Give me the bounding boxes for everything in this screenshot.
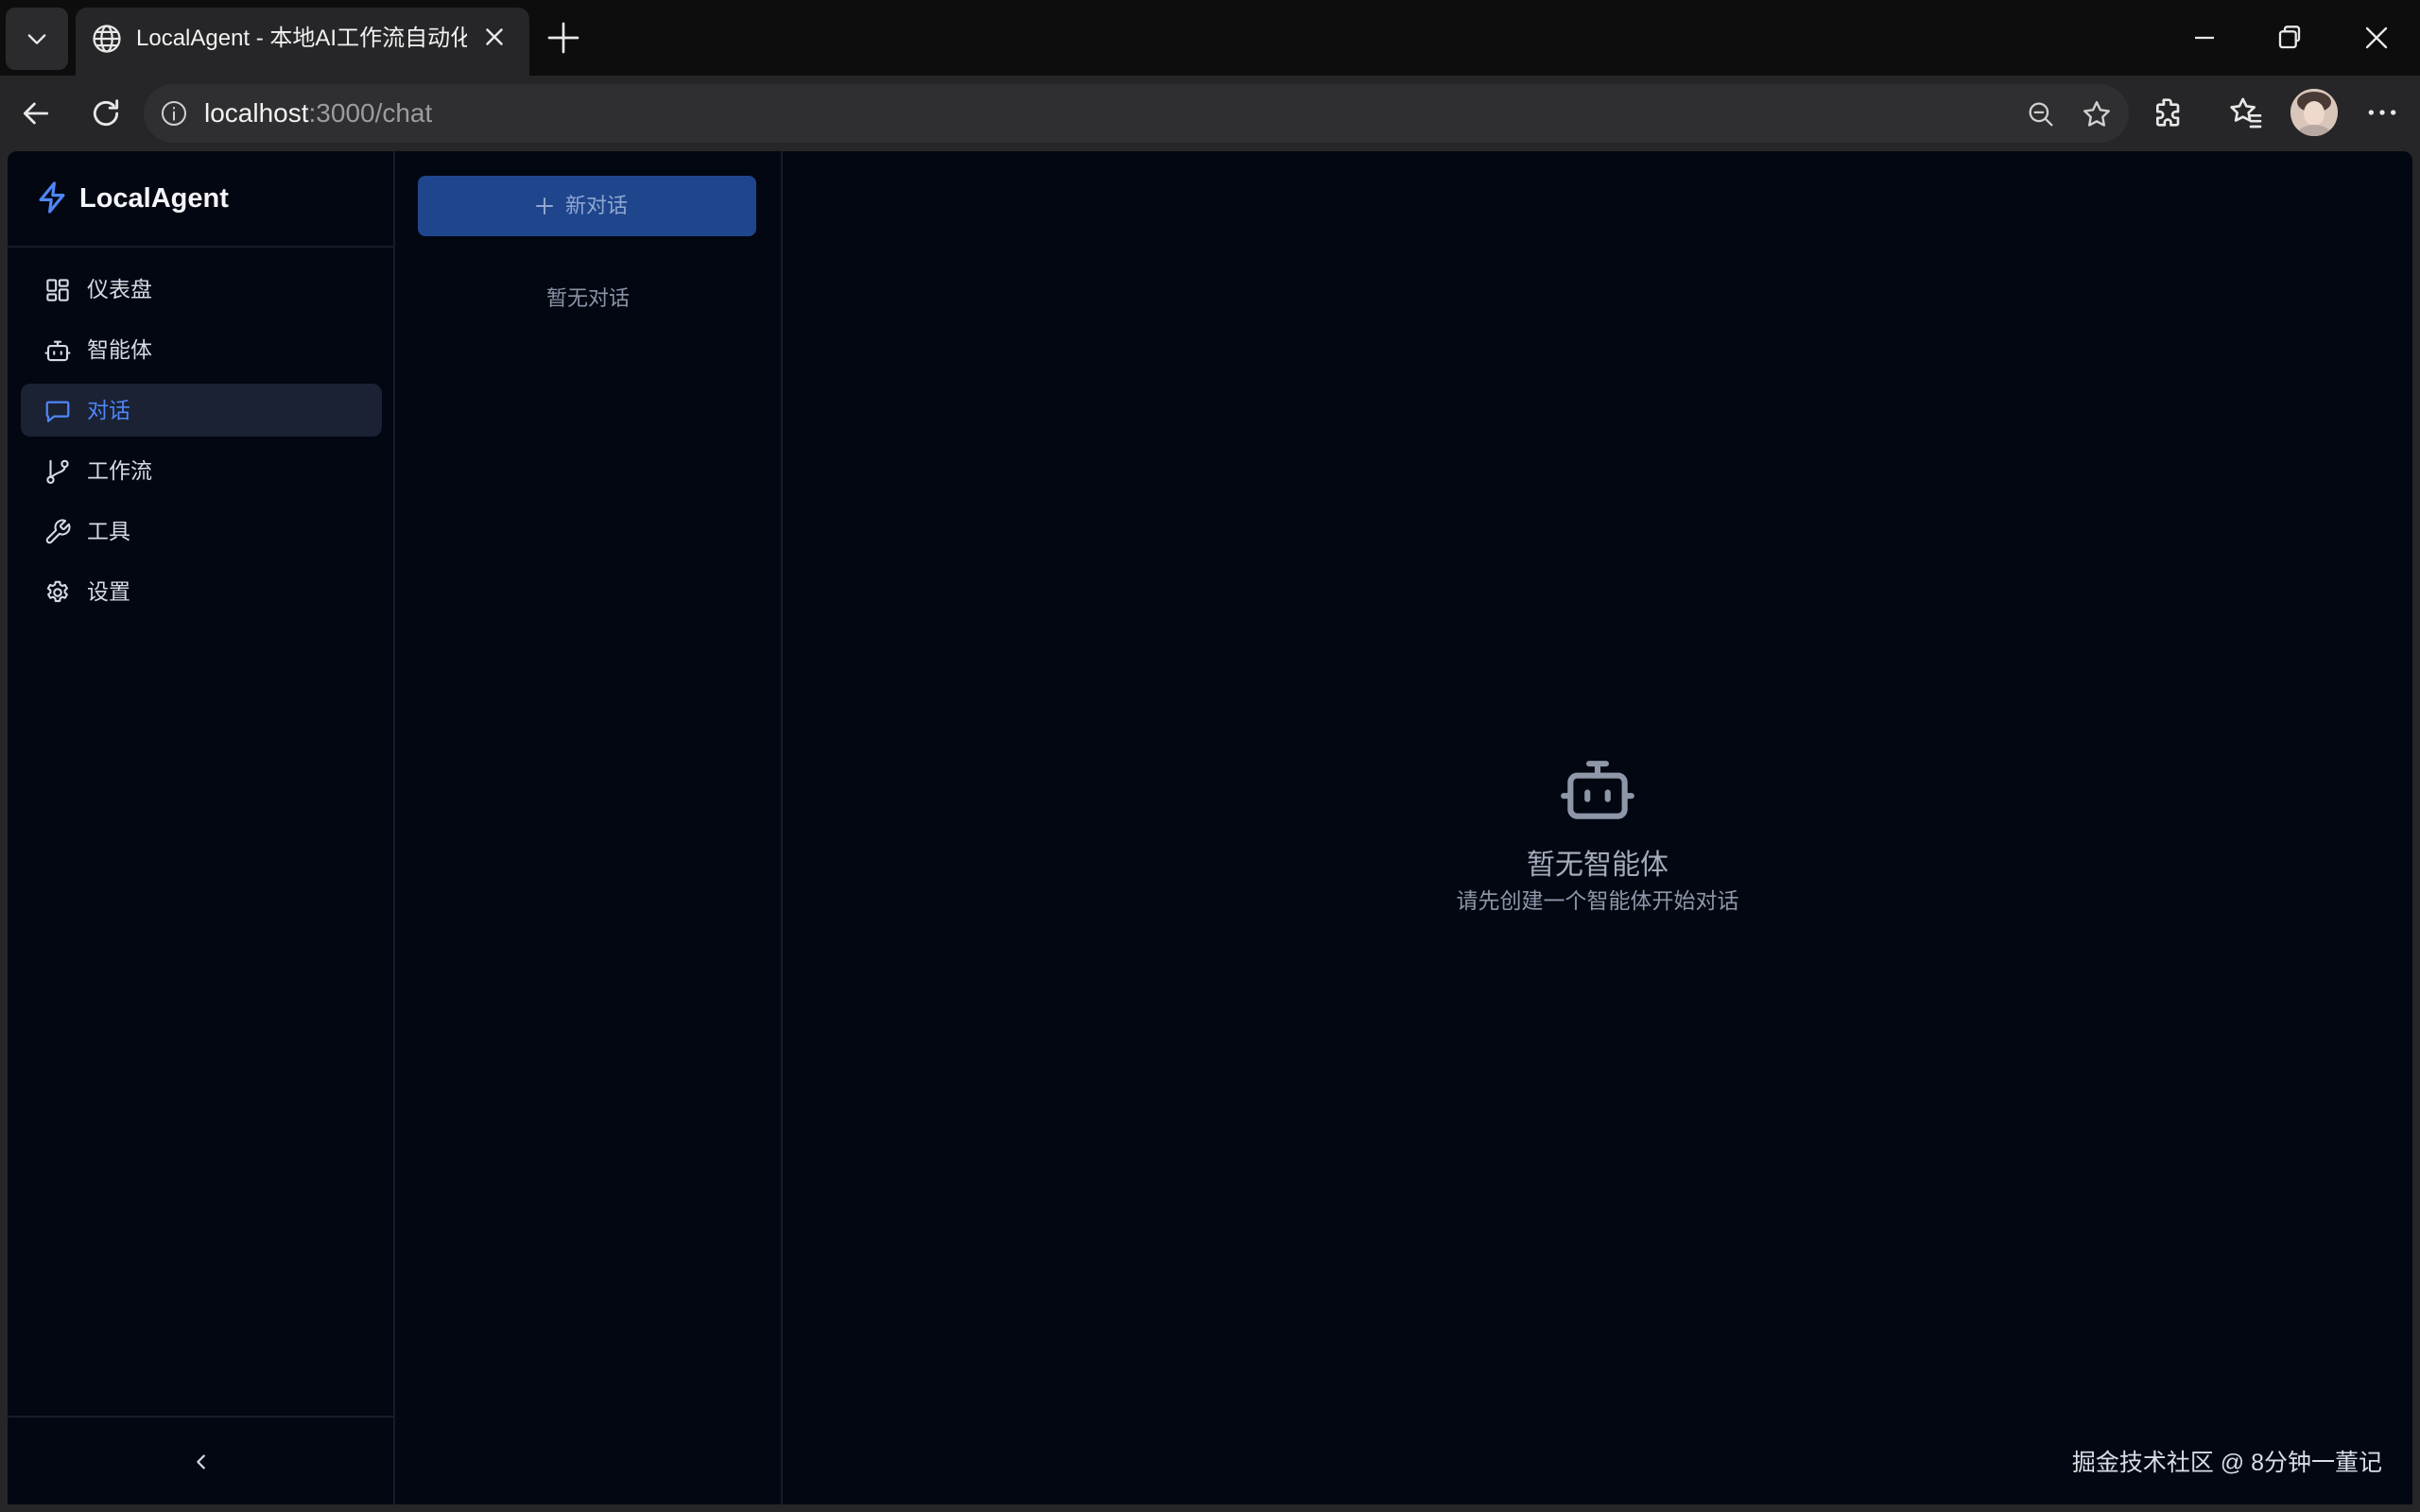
close-tab-icon[interactable] <box>480 23 509 51</box>
address-bar[interactable]: localhost:3000/chat <box>144 84 2129 143</box>
empty-agent-subtitle: 请先创建一个智能体开始对话 <box>1456 888 1739 913</box>
brand-header: LocalAgent <box>8 151 393 248</box>
conversation-list-panel: 新对话 暂无对话 <box>395 151 783 1504</box>
more-icon[interactable] <box>2363 94 2401 131</box>
chat-main-area: 暂无智能体 请先创建一个智能体开始对话 <box>783 151 2412 1504</box>
sidebar-collapse-button[interactable] <box>8 1416 393 1504</box>
browser-tab[interactable]: LocalAgent - 本地AI工作流自动化平台 <box>76 8 529 76</box>
sidebar-item-label: 工作流 <box>87 458 152 483</box>
browser-tab-bar: LocalAgent - 本地AI工作流自动化平台 <box>0 0 2420 76</box>
new-chat-button[interactable]: 新对话 <box>418 176 756 236</box>
favorites-icon[interactable] <box>2227 94 2265 131</box>
info-icon[interactable] <box>159 98 189 129</box>
gear-icon <box>46 580 68 603</box>
sidebar: LocalAgent 仪表盘 智能体 对话 工作流 工具 设置 <box>8 151 395 1504</box>
sidebar-item-label: 工具 <box>87 519 130 543</box>
new-tab-icon[interactable] <box>544 19 582 57</box>
extensions-icon[interactable] <box>2150 94 2187 131</box>
minimize-icon[interactable] <box>2186 19 2223 57</box>
sidebar-item-dashboard[interactable]: 仪表盘 <box>21 263 382 316</box>
url-path: :3000/chat <box>308 98 433 128</box>
url-host: localhost <box>204 98 309 128</box>
sidebar-item-settings[interactable]: 设置 <box>21 565 382 618</box>
app-root: LocalAgent 仪表盘 智能体 对话 工作流 工具 设置 新对话 暂无对话… <box>8 151 2412 1504</box>
profile-avatar[interactable] <box>2290 89 2338 136</box>
sidebar-item-chat[interactable]: 对话 <box>21 384 382 437</box>
sidebar-item-label: 智能体 <box>87 337 152 362</box>
empty-conversations-text: 暂无对话 <box>545 286 630 310</box>
workflow-icon <box>46 459 69 484</box>
new-chat-label: 新对话 <box>565 194 629 217</box>
empty-agent-title: 暂无智能体 <box>1527 850 1668 881</box>
url-text: localhost:3000/chat <box>204 84 432 143</box>
restore-icon[interactable] <box>2271 19 2308 57</box>
sidebar-item-workflow[interactable]: 工作流 <box>21 444 382 497</box>
globe-icon <box>93 25 121 53</box>
dashboard-icon <box>46 279 69 301</box>
back-icon[interactable] <box>17 94 55 132</box>
wrench-icon <box>45 519 71 544</box>
sidebar-item-agents[interactable]: 智能体 <box>21 323 382 376</box>
tab-list-button[interactable] <box>6 8 68 70</box>
reload-icon[interactable] <box>87 94 125 132</box>
favorite-star-icon[interactable] <box>2080 97 2114 131</box>
close-window-icon[interactable] <box>2358 19 2395 57</box>
bot-icon <box>1561 761 1634 819</box>
zoom-out-icon[interactable] <box>2025 98 2057 130</box>
sidebar-item-tools[interactable]: 工具 <box>21 505 382 558</box>
sidebar-item-label: 对话 <box>87 398 130 422</box>
sidebar-item-label: 仪表盘 <box>87 277 152 301</box>
brand-name: LocalAgent <box>79 183 229 214</box>
plus-icon <box>536 198 553 215</box>
tab-title: LocalAgent - 本地AI工作流自动化平台 <box>136 26 467 51</box>
lightning-icon <box>39 181 65 214</box>
chevron-left-icon <box>197 1454 205 1469</box>
browser-toolbar: localhost:3000/chat <box>0 76 2420 149</box>
chevron-down-icon <box>27 34 46 44</box>
sidebar-item-label: 设置 <box>87 579 130 604</box>
watermark-text: 掘金技术社区 @ 8分钟一董记 <box>2071 1450 2382 1476</box>
chat-icon <box>45 401 70 422</box>
bot-icon <box>44 340 71 362</box>
